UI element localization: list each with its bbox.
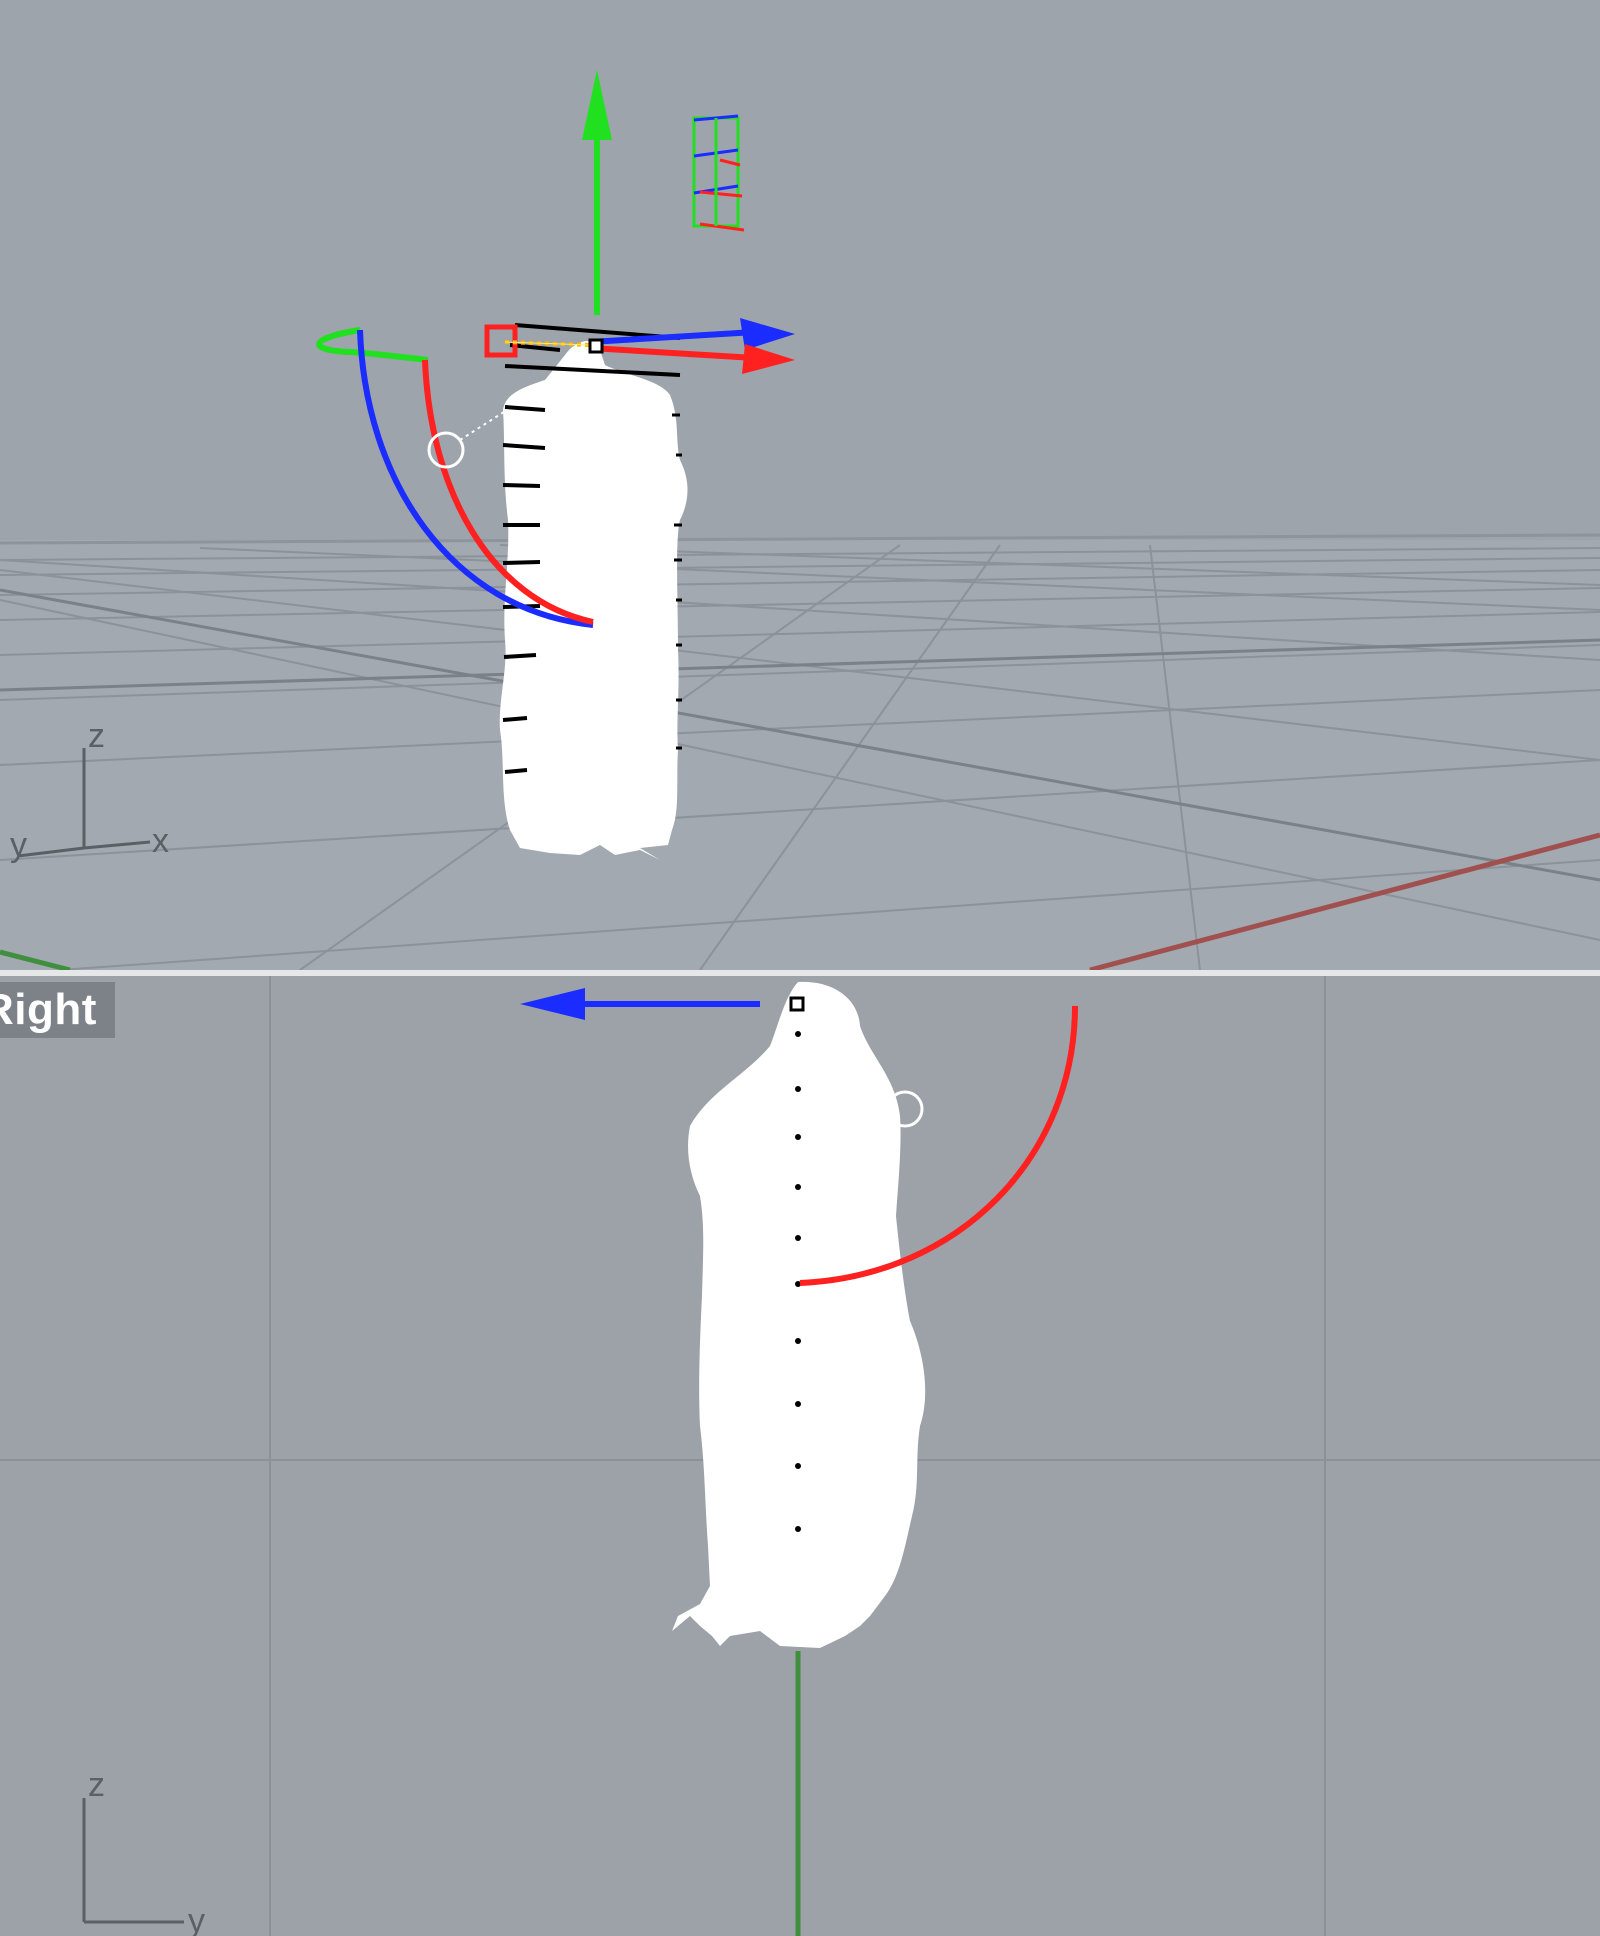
perspective-viewport[interactable]: z y x — [0, 0, 1600, 970]
axis-label-x: x — [152, 822, 169, 860]
dress-form-model[interactable] — [499, 340, 688, 860]
axis-label-z: z — [88, 717, 105, 755]
axis-label-z: z — [88, 1766, 105, 1804]
move-gizmo-icon[interactable] — [520, 988, 805, 1020]
viewport-title[interactable]: Right — [0, 982, 115, 1038]
perspective-canvas[interactable]: z y x — [0, 0, 1600, 970]
right-viewport[interactable]: z y Right — [0, 976, 1600, 1936]
axis-label-y: y — [188, 1902, 205, 1936]
scale-gizmo-icon[interactable] — [692, 114, 745, 232]
world-axis-icon: z y — [82, 1766, 205, 1936]
dress-form-model-side[interactable] — [672, 981, 926, 1648]
right-canvas[interactable]: z y — [0, 976, 1600, 1936]
axis-label-y: y — [10, 826, 27, 864]
